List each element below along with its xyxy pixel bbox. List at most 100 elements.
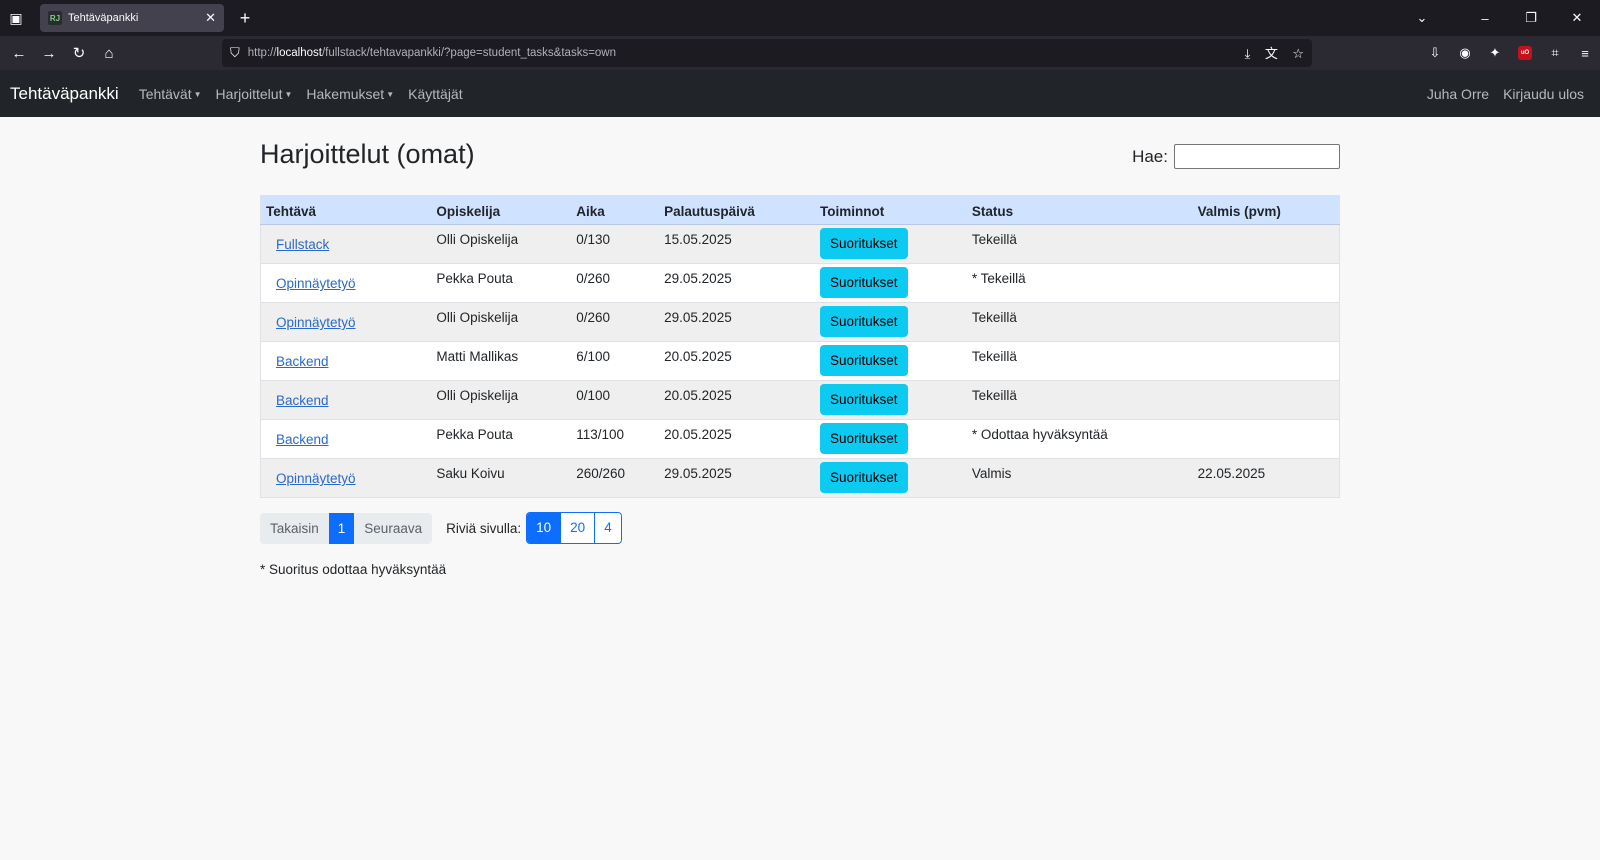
save-page-icon[interactable]: ⤓ (1245, 46, 1251, 61)
browser-tab-bar: ▣ RJ Tehtäväpankki ✕ + ⌄ – ❐ ✕ (0, 0, 1600, 36)
table-row: Opinnäytetyö Pekka Pouta 0/260 29.05.202… (260, 263, 1340, 303)
status-cell: Tekeillä (966, 302, 1193, 342)
search-box: Hae: (1132, 144, 1340, 169)
pagination: Takaisin 1 Seuraava (260, 512, 433, 544)
table-row: Opinnäytetyö Saku Koivu 260/260 29.05.20… (260, 458, 1340, 498)
due-date-cell: 20.05.2025 (659, 341, 816, 381)
caret-down-icon: ▼ (284, 89, 293, 99)
task-link[interactable]: Opinnäytetyö (276, 315, 356, 330)
rows-20-button[interactable]: 20 (560, 513, 595, 543)
task-link[interactable]: Fullstack (276, 237, 329, 252)
done-date-cell (1192, 380, 1340, 420)
table-row: Backend Matti Mallikas 6/100 20.05.2025 … (260, 341, 1340, 381)
time-cell: 0/130 (571, 224, 660, 264)
task-link[interactable]: Backend (276, 432, 329, 447)
status-cell: * Odottaa hyväksyntää (966, 419, 1193, 459)
time-cell: 0/100 (571, 380, 660, 420)
done-date-cell (1192, 224, 1340, 264)
student-cell: Olli Opiskelija (431, 302, 572, 342)
task-link[interactable]: Backend (276, 393, 329, 408)
menu-hakemukset[interactable]: Hakemukset ▼ (306, 86, 394, 102)
next-page-button[interactable]: Seuraava (354, 512, 433, 544)
caret-down-icon: ▼ (193, 89, 202, 99)
done-date-cell: 22.05.2025 (1192, 458, 1340, 498)
suoritukset-button[interactable]: Suoritukset (820, 462, 908, 493)
footnote: * Suoritus odottaa hyväksyntää (260, 562, 447, 577)
task-link[interactable]: Opinnäytetyö (276, 276, 356, 291)
status-cell: Valmis (966, 458, 1193, 498)
account-icon[interactable]: ◉ (1450, 45, 1480, 61)
url-text[interactable]: http://localhost/fullstack/tehtavapankki… (248, 47, 1235, 59)
window-controls: ⌄ – ❐ ✕ (1402, 0, 1600, 36)
prev-page-button[interactable]: Takaisin (260, 512, 329, 544)
suoritukset-button[interactable]: Suoritukset (820, 384, 908, 415)
downloads-icon[interactable]: ⇩ (1420, 45, 1450, 61)
time-cell: 260/260 (571, 458, 660, 498)
brand[interactable]: Tehtäväpankki (10, 84, 119, 104)
status-cell: Tekeillä (966, 341, 1193, 381)
menu-harjoittelut[interactable]: Harjoittelut ▼ (216, 86, 293, 102)
task-link[interactable]: Opinnäytetyö (276, 471, 356, 486)
menu-kayttajat[interactable]: Käyttäjät (408, 86, 462, 102)
suoritukset-button[interactable]: Suoritukset (820, 228, 908, 259)
tab-title: Tehtäväpankki (68, 12, 139, 24)
header-toiminnot: Toiminnot (815, 195, 967, 225)
rows-10-button[interactable]: 10 (527, 513, 561, 543)
address-bar[interactable]: ⛉ http://localhost/fullstack/tehtavapank… (222, 39, 1312, 67)
bookmark-star-icon[interactable]: ☆ (1292, 46, 1304, 61)
suoritukset-button[interactable]: Suoritukset (820, 345, 908, 376)
done-date-cell (1192, 263, 1340, 303)
reload-icon[interactable]: ↻ (64, 38, 94, 68)
table-header-row: Tehtävä Opiskelija Aika Palautuspäivä To… (260, 195, 1340, 225)
tab-overview-icon[interactable]: ▣ (0, 0, 32, 36)
suoritukset-button[interactable]: Suoritukset (820, 423, 908, 454)
crop-icon[interactable]: ⌗ (1540, 45, 1570, 61)
search-input[interactable] (1174, 144, 1340, 169)
forward-icon[interactable]: → (34, 38, 64, 68)
list-all-tabs-icon[interactable]: ⌄ (1402, 10, 1442, 26)
table-row: Fullstack Olli Opiskelija 0/130 15.05.20… (260, 224, 1340, 264)
rows-per-page-group: 10 20 4 (526, 512, 622, 544)
due-date-cell: 29.05.2025 (659, 302, 816, 342)
user-name[interactable]: Juha Orre (1427, 86, 1489, 102)
table-row: Backend Olli Opiskelija 0/100 20.05.2025… (260, 380, 1340, 420)
restore-icon[interactable]: ❐ (1508, 10, 1554, 26)
tasks-table: Tehtävä Opiskelija Aika Palautuspäivä To… (260, 195, 1340, 498)
close-tab-icon[interactable]: ✕ (205, 10, 216, 26)
table-row: Backend Pekka Pouta 113/100 20.05.2025 S… (260, 419, 1340, 459)
back-icon[interactable]: ← (4, 38, 34, 68)
student-cell: Pekka Pouta (431, 419, 572, 459)
translate-icon[interactable]: 文 (1265, 46, 1278, 61)
table-row: Opinnäytetyö Olli Opiskelija 0/260 29.05… (260, 302, 1340, 342)
rows-4-button[interactable]: 4 (594, 513, 621, 543)
new-tab-icon[interactable]: + (230, 8, 260, 29)
minimize-icon[interactable]: – (1462, 11, 1508, 26)
time-cell: 0/260 (571, 263, 660, 303)
suoritukset-button[interactable]: Suoritukset (820, 306, 908, 337)
browser-tab[interactable]: RJ Tehtäväpankki ✕ (40, 4, 224, 32)
status-cell: * Tekeillä (966, 263, 1193, 303)
task-link[interactable]: Backend (276, 354, 329, 369)
menu-icon[interactable]: ≡ (1570, 46, 1600, 61)
suoritukset-button[interactable]: Suoritukset (820, 267, 908, 298)
page-title: Harjoittelut (omat) (260, 139, 475, 169)
done-date-cell (1192, 341, 1340, 381)
time-cell: 0/260 (571, 302, 660, 342)
due-date-cell: 15.05.2025 (659, 224, 816, 264)
pagination-row: Takaisin 1 Seuraava Riviä sivulla: 10 20… (260, 512, 1340, 544)
logout-link[interactable]: Kirjaudu ulos (1503, 86, 1584, 102)
time-cell: 113/100 (571, 419, 660, 459)
page-1-button[interactable]: 1 (328, 512, 355, 544)
shield-icon[interactable]: ⛉ (230, 45, 240, 61)
ublock-icon[interactable]: uO (1518, 46, 1532, 60)
close-window-icon[interactable]: ✕ (1554, 10, 1600, 26)
home-icon[interactable]: ⌂ (94, 38, 124, 68)
done-date-cell (1192, 302, 1340, 342)
header-status: Status (966, 195, 1193, 225)
header-aika: Aika (571, 195, 660, 225)
time-cell: 6/100 (571, 341, 660, 381)
menu-tehtavat[interactable]: Tehtävät ▼ (139, 86, 202, 102)
rows-per-page-label: Riviä sivulla: (446, 520, 522, 536)
main-content: Harjoittelut (omat) Hae: Tehtävä Opiskel… (260, 117, 1340, 577)
extensions-icon[interactable]: ✦ (1480, 45, 1510, 61)
